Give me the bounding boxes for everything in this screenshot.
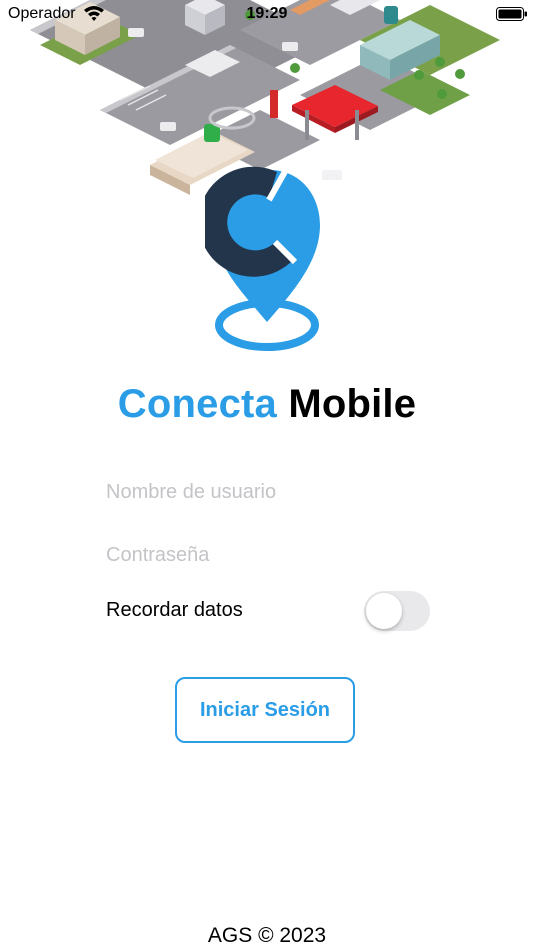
battery-icon: [496, 7, 527, 21]
password-field[interactable]: [106, 535, 426, 575]
footer-copyright: AGS © 2023: [207, 924, 327, 947]
remember-label: Recordar datos: [106, 599, 243, 621]
status-time: 19:29: [246, 5, 288, 22]
app-title: Conecta Mobile: [0, 382, 534, 427]
remember-toggle[interactable]: [364, 591, 430, 631]
status-bar: Operador 19:29: [0, 0, 534, 28]
login-button[interactable]: Iniciar Sesión: [175, 677, 355, 743]
toggle-knob: [366, 593, 402, 629]
app-title-conecta: Conecta: [117, 382, 277, 426]
app-logo: [205, 166, 320, 351]
app-title-mobile: Mobile: [288, 382, 417, 426]
username-field[interactable]: [106, 472, 426, 512]
